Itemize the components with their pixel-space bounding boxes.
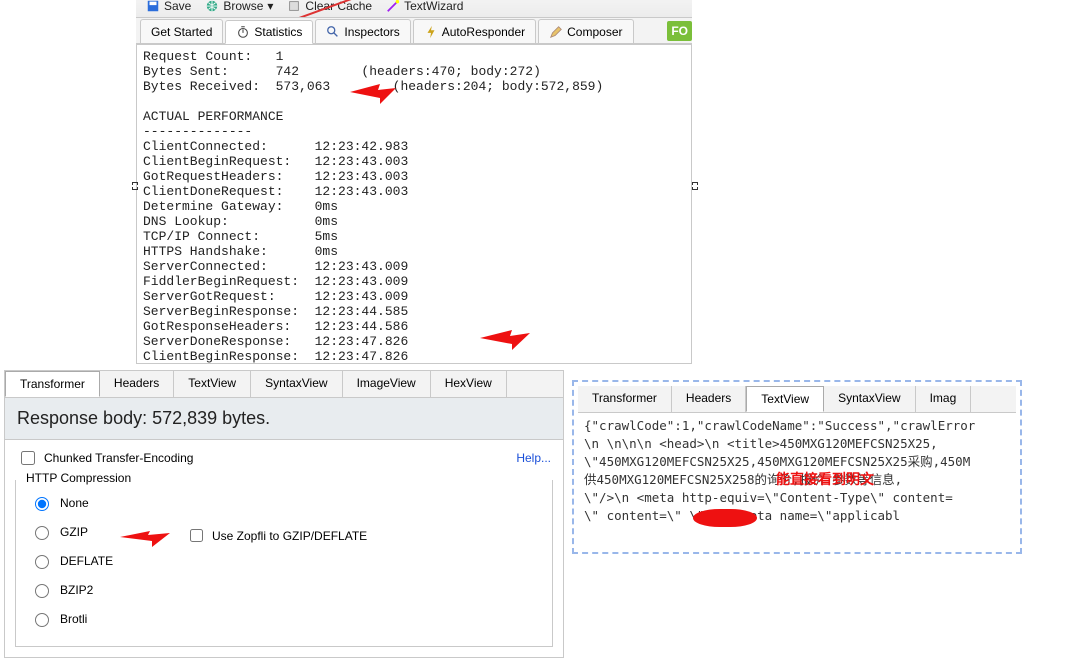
textwizard-label: TextWizard — [404, 0, 463, 13]
zopfli-label: Use Zopfli to GZIP/DEFLATE — [212, 529, 367, 543]
text-line: \"/>\n <meta http-equiv=\"Content-Type\"… — [584, 489, 1010, 507]
tab-imageview[interactable]: ImageView — [343, 371, 431, 397]
response-tabs-2: Transformer Headers TextView SyntaxView … — [578, 386, 1016, 413]
tab-textview-2[interactable]: TextView — [746, 386, 824, 412]
radio-label: BZIP2 — [60, 583, 93, 597]
annotation-text-cn: 能直接看到明文 — [776, 471, 874, 489]
save-icon — [146, 0, 160, 13]
zopfli-checkbox[interactable]: Use Zopfli to GZIP/DEFLATE — [186, 526, 367, 545]
radio-deflate[interactable]: DEFLATE — [30, 552, 538, 569]
tab-syntaxview-2[interactable]: SyntaxView — [824, 386, 915, 412]
stats-text: Request Count: 1 Bytes Sent: 742 (header… — [143, 49, 685, 364]
http-compression-group: HTTP Compression None GZIP DEFLATE BZIP2… — [15, 480, 553, 647]
text-line: \"450MXG120MEFCSN25X25,450MXG120MEFCSN25… — [584, 453, 1010, 471]
tab-transformer[interactable]: Transformer — [5, 371, 100, 397]
tab-autoresponder[interactable]: AutoResponder — [413, 19, 536, 43]
tab-statistics[interactable]: Statistics — [225, 20, 313, 44]
selection-handle — [132, 182, 138, 190]
tab-label: Composer — [567, 25, 622, 39]
group-title: HTTP Compression — [22, 471, 135, 485]
response-transformer-panel: Transformer Headers TextView SyntaxView … — [4, 370, 564, 658]
chunked-label: Chunked Transfer-Encoding — [44, 451, 193, 465]
response-textview-panel: Transformer Headers TextView SyntaxView … — [572, 380, 1022, 554]
text-line: \" content=\" \">\n <meta name=\"applica… — [584, 507, 1010, 525]
textwizard-button[interactable]: TextWizard — [382, 0, 467, 14]
radio-label: GZIP — [60, 525, 88, 539]
annotation-redaction — [693, 509, 757, 527]
clear-cache-label: Clear Cache — [305, 0, 372, 13]
tab-label: Statistics — [254, 25, 302, 39]
browse-label: Browse — [223, 0, 263, 13]
tab-label: AutoResponder — [442, 25, 525, 39]
radio-bzip2-input[interactable] — [35, 584, 49, 598]
radio-brotli[interactable]: Brotli — [30, 610, 538, 627]
annotation-arrow — [120, 529, 170, 549]
save-label: Save — [164, 0, 191, 13]
statistics-panel: Request Count: 1 Bytes Sent: 742 (header… — [136, 44, 692, 364]
help-link[interactable]: Help... — [516, 451, 551, 465]
tab-label: Get Started — [151, 25, 212, 39]
tab-transformer-2[interactable]: Transformer — [578, 386, 672, 412]
stopwatch-icon — [236, 25, 250, 39]
chunked-checkbox[interactable]: Chunked Transfer-Encoding — [17, 448, 193, 468]
tab-syntaxview[interactable]: SyntaxView — [251, 371, 342, 397]
tab-get-started[interactable]: Get Started — [140, 19, 223, 43]
fiddler-orchestra-button[interactable]: FO — [667, 21, 692, 41]
tab-inspectors[interactable]: Inspectors — [315, 19, 410, 43]
magnifier-icon — [326, 25, 340, 39]
radio-gzip-input[interactable] — [35, 526, 49, 540]
radio-deflate-input[interactable] — [35, 555, 49, 569]
wand-icon — [386, 0, 400, 13]
clear-cache-button[interactable]: Clear Cache — [283, 0, 376, 14]
radio-none-input[interactable] — [35, 497, 49, 511]
text-line: \n \n\n\n <head>\n <title>450MXG120MEFCS… — [584, 435, 1010, 453]
annotation-arrow — [480, 330, 530, 354]
tab-composer[interactable]: Composer — [538, 19, 633, 43]
response-body-size: Response body: 572,839 bytes. — [5, 398, 563, 440]
browse-button[interactable]: Browse ▾ — [201, 0, 277, 14]
textview-body[interactable]: {"crawlCode":1,"crawlCodeName":"Success"… — [578, 413, 1016, 548]
clear-cache-icon — [287, 0, 301, 13]
pencil-icon — [549, 25, 563, 39]
lightning-icon — [424, 25, 438, 39]
tab-textview[interactable]: TextView — [174, 371, 251, 397]
radio-brotli-input[interactable] — [35, 613, 49, 627]
response-tabs: Transformer Headers TextView SyntaxView … — [5, 371, 563, 398]
selection-handle — [692, 182, 698, 190]
zopfli-checkbox-input[interactable] — [190, 529, 203, 542]
tab-label: Inspectors — [344, 25, 399, 39]
save-button[interactable]: Save — [142, 0, 195, 14]
radio-label: Brotli — [60, 612, 87, 626]
tab-imageview-2[interactable]: Imag — [916, 386, 972, 412]
radio-none[interactable]: None — [30, 494, 538, 511]
tab-headers[interactable]: Headers — [100, 371, 174, 397]
radio-label: None — [60, 496, 89, 510]
inspector-tabs: Get Started Statistics Inspectors AutoRe… — [136, 18, 692, 44]
main-toolbar: Save Browse ▾ Clear Cache TextWizard — [136, 0, 692, 18]
radio-bzip2[interactable]: BZIP2 — [30, 581, 538, 598]
chunked-checkbox-input[interactable] — [21, 451, 35, 465]
radio-label: DEFLATE — [60, 554, 113, 568]
tab-hexview[interactable]: HexView — [431, 371, 507, 397]
globe-icon — [205, 0, 219, 13]
dropdown-icon: ▾ — [267, 0, 273, 13]
tab-headers-2[interactable]: Headers — [672, 386, 746, 412]
text-line: {"crawlCode":1,"crawlCodeName":"Success"… — [584, 417, 1010, 435]
annotation-arrow — [350, 84, 396, 108]
